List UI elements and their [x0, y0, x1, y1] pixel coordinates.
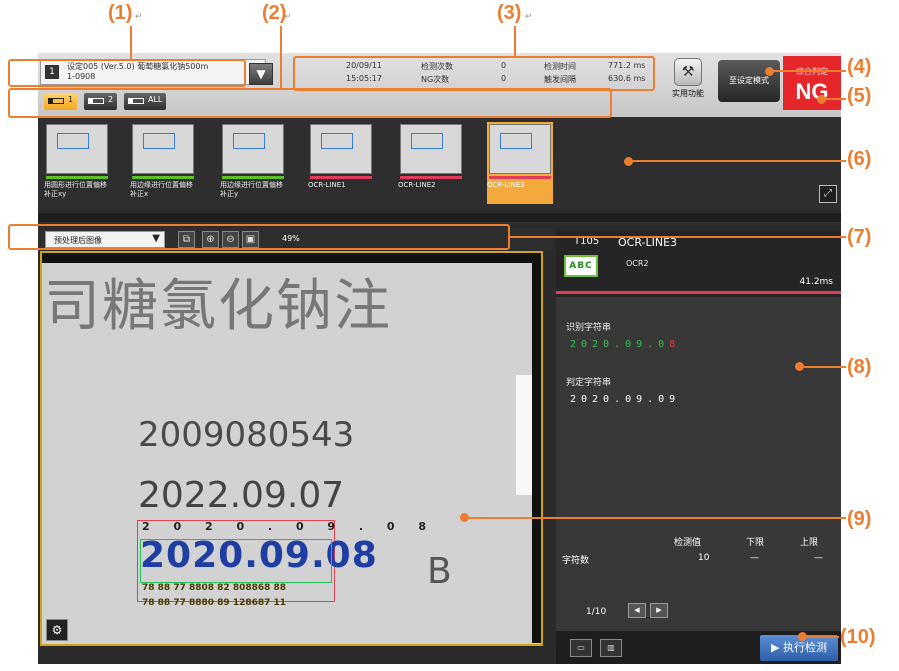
- thumbnail-tool-3[interactable]: 用边缘进行位置偏移补正y: [220, 122, 286, 204]
- judge-string-value: 2020.09.09: [570, 394, 681, 405]
- row-char-count-value: 10: [698, 553, 710, 563]
- leader-line-7: [510, 236, 846, 238]
- thumbnail-status-bar: [310, 176, 372, 179]
- thumbnail-image: [222, 124, 284, 174]
- thumbnail-image: [46, 124, 108, 174]
- expiry-date: 2022.09.07: [138, 475, 345, 516]
- image-scrollbar[interactable]: [532, 263, 541, 643]
- list-view-icon[interactable]: ▭: [570, 639, 592, 657]
- callout-5: (5): [847, 85, 872, 107]
- thumbnail-status-bar: [222, 176, 284, 179]
- label-letter: B: [427, 551, 452, 592]
- thumbnail-label: 用边缘进行位置偏移补正x: [130, 181, 193, 198]
- tool-type: OCR2: [626, 259, 649, 268]
- leader-line-5: [822, 98, 846, 100]
- annotation-box-2: [8, 88, 612, 118]
- result-panel: T105 OCR-LINE3 ABC OCR2 41.2ms 识别字符串 202…: [556, 231, 841, 664]
- thumbnail-label: OCR-LINE1: [308, 181, 346, 189]
- ocr-score-row-2: 78 88 77 8880 89 128687 11: [142, 598, 287, 608]
- col-upper-limit: 上限: [800, 538, 819, 548]
- thumbnail-tool-5[interactable]: OCR-LINE2: [398, 122, 464, 204]
- utilities-button[interactable]: ⚒ 实用功能: [666, 58, 710, 110]
- page-indicator: 1/10: [586, 607, 607, 617]
- result-header: T105 OCR-LINE3 ABC OCR2 41.2ms: [556, 231, 841, 297]
- judge-string-label: 判定字符串: [566, 378, 612, 388]
- para-mark: ↵: [135, 12, 143, 22]
- leader-line-3: [514, 26, 516, 56]
- tool-thumbnail-strip: 用圆形进行位置偏移补正xy 用边缘进行位置偏移补正x 用边缘进行位置偏移补正y …: [38, 117, 841, 225]
- image-bottom-bar: [38, 646, 553, 664]
- bar-chart-icon[interactable]: ▥: [600, 639, 622, 657]
- read-string-ok: 2020.09.0: [570, 339, 670, 350]
- annotation-box-1: [8, 59, 246, 87]
- tool-status-bar: [556, 291, 841, 294]
- thumbnail-tool-4[interactable]: OCR-LINE1: [308, 122, 374, 204]
- row-char-count-low: —: [750, 553, 759, 563]
- callout-6: (6): [847, 148, 872, 170]
- para-mark: ↵: [525, 12, 533, 22]
- utilities-label: 实用功能: [672, 89, 704, 98]
- callout-2: (2): [262, 2, 287, 24]
- app-window: 1 设定005 (Ver.5.0) 葡萄糖氯化钠500m 1-0908 ▼ 20…: [38, 53, 841, 664]
- thumbnail-status-bar: [489, 176, 551, 179]
- leader-line-1: [130, 26, 132, 59]
- row-char-count-label: 字符数: [562, 556, 590, 566]
- callout-10: (10): [840, 626, 876, 648]
- leader-line-4: [770, 70, 846, 72]
- read-string-label: 识别字符串: [566, 323, 612, 333]
- ocr-tool-icon: ABC: [564, 255, 598, 277]
- callout-8: (8): [847, 356, 872, 378]
- thumbnail-scrollbar[interactable]: [38, 213, 841, 222]
- gear-icon[interactable]: ⚙: [46, 619, 68, 641]
- expand-icon[interactable]: ⤢: [819, 185, 837, 203]
- thumbnail-tool-2[interactable]: 用边缘进行位置偏移补正x: [130, 122, 196, 204]
- callout-3: (3): [497, 2, 522, 24]
- thumbnail-label: 用边缘进行位置偏移补正y: [220, 181, 283, 198]
- ocr-score-row-1: 78 88 77 8808 82 808868 88: [142, 583, 287, 593]
- callout-7: (7): [847, 226, 872, 248]
- thumbnail-status-bar: [400, 176, 462, 179]
- thumbnail-status-bar: [46, 176, 108, 179]
- leader-line-8: [800, 366, 846, 368]
- read-string-value: 2020.09.08: [570, 339, 680, 350]
- thumbnail-tool-1[interactable]: 用圆形进行位置偏移补正xy: [44, 122, 110, 204]
- callout-1: (1): [108, 2, 133, 24]
- ocr-read-overlay: 2 0 2 0 . 0 9 . 0 8: [142, 520, 437, 533]
- leader-line-10: [803, 636, 839, 638]
- callout-9: (9): [847, 508, 872, 530]
- prev-page-button[interactable]: ◀: [628, 603, 646, 618]
- lot-number: 2009080543: [138, 415, 355, 455]
- col-measured: 检测值: [674, 538, 702, 548]
- thumbnail-image: [310, 124, 372, 174]
- leader-line-6: [629, 160, 846, 162]
- thumbnail-label: 用圆形进行位置偏移补正xy: [44, 181, 107, 198]
- thumbnail-image: [489, 124, 551, 174]
- overall-judgement-badge: 综合判定 NG: [783, 56, 841, 110]
- ocr-character-box: [140, 539, 332, 583]
- execute-label: 执行检测: [782, 641, 827, 654]
- thumbnail-tool-6[interactable]: OCR-LINE3: [487, 122, 553, 204]
- leader-line-2: [280, 26, 282, 88]
- inspection-image-view[interactable]: 司糖氯化钠注 2009080543 2022.09.07 2 0 2 0 . 0…: [40, 251, 543, 646]
- para-mark: ↵: [284, 12, 292, 22]
- annotation-box-7: [8, 224, 510, 250]
- tools-icon: ⚒: [674, 58, 702, 86]
- thumbnail-image: [400, 124, 462, 174]
- setting-dropdown-button[interactable]: ▼: [249, 63, 273, 85]
- annotation-box-3: [293, 56, 655, 91]
- next-page-button[interactable]: ▶: [650, 603, 668, 618]
- thumbnail-status-bar: [132, 176, 194, 179]
- leader-line-9: [465, 517, 846, 519]
- col-lower-limit: 下限: [746, 538, 765, 548]
- tool-processing-time: 41.2ms: [799, 277, 834, 287]
- thumbnail-label: OCR-LINE3: [487, 181, 525, 189]
- read-string-ng: 8: [669, 339, 681, 350]
- row-char-count-high: —: [814, 553, 823, 563]
- callout-4: (4): [847, 56, 872, 78]
- thumbnail-label: OCR-LINE2: [398, 181, 436, 189]
- label-text-top: 司糖氯化钠注: [44, 274, 392, 339]
- judgement-result: NG: [795, 79, 829, 104]
- thumbnail-image: [132, 124, 194, 174]
